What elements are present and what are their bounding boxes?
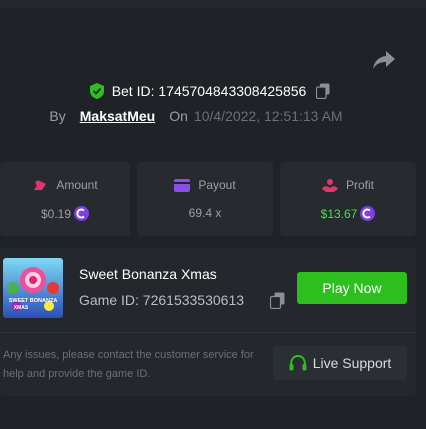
coin-icon <box>360 206 376 221</box>
bet-meta-row: By MaksatMeu On 10/4/2022, 12:51:13 AM <box>0 106 426 126</box>
amount-icon <box>34 180 47 190</box>
headset-icon <box>289 355 307 371</box>
help-text: Any issues, please contact the customer … <box>3 349 254 380</box>
by-label: By <box>49 108 66 124</box>
play-now-button[interactable]: Play Now <box>297 272 407 304</box>
stat-profit-value: $13.67 <box>320 206 358 221</box>
share-icon[interactable] <box>372 50 396 70</box>
svg-text:SWEET BONANZA: SWEET BONANZA <box>9 298 58 304</box>
stats-row: Amount $0.19 Payout 69.4 x Profit $13.67 <box>0 162 426 236</box>
live-support-button[interactable]: Live Support <box>273 346 407 380</box>
wallet-icon <box>174 178 191 192</box>
bet-id-row: Bet ID: 1745704843308425856 <box>0 80 426 102</box>
game-id: Game ID: 7261533530613 <box>79 292 245 308</box>
stat-payout-label: Payout <box>198 178 236 192</box>
divider <box>0 332 416 333</box>
coin-icon <box>74 206 90 221</box>
copy-icon[interactable] <box>316 83 330 99</box>
on-label: On <box>169 108 188 124</box>
top-strip <box>0 0 426 8</box>
copy-icon[interactable] <box>270 292 285 309</box>
stat-payout-value: 69.4 x <box>188 206 222 220</box>
svg-text:XMAS: XMAS <box>14 305 29 311</box>
game-thumbnail[interactable]: SWEET BONANZA XMAS <box>3 258 63 318</box>
live-support-label: Live Support <box>312 355 392 371</box>
shield-check-icon <box>89 83 104 99</box>
bet-id: Bet ID: 1745704843308425856 <box>111 83 307 99</box>
stat-profit: Profit $13.67 <box>280 162 416 236</box>
stat-amount-value: $0.19 <box>40 206 72 221</box>
username-link[interactable]: MaksatMeu <box>80 108 155 124</box>
stat-amount-label: Amount <box>56 178 98 192</box>
profit-icon <box>321 178 338 192</box>
stat-amount: Amount $0.19 <box>0 162 130 236</box>
game-card: SWEET BONANZA XMAS Sweet Bonanza Xmas Ga… <box>0 248 416 396</box>
game-name[interactable]: Sweet Bonanza Xmas <box>79 266 217 282</box>
stat-payout: Payout 69.4 x <box>137 162 273 236</box>
bet-datetime: 10/4/2022, 12:51:13 AM <box>193 108 343 124</box>
stat-profit-label: Profit <box>345 178 374 192</box>
